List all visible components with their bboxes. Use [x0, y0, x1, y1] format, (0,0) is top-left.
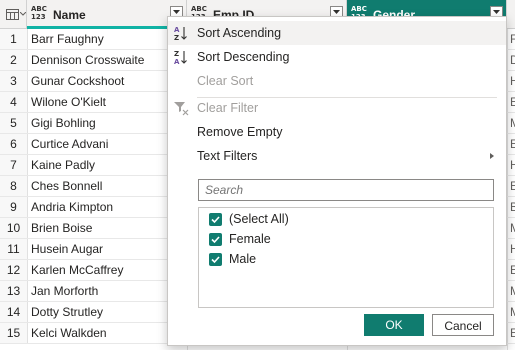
column-title: Name	[53, 8, 86, 22]
row-number: 14	[0, 302, 28, 322]
gender-cell[interactable]: B	[510, 197, 515, 218]
sort-ascending-item[interactable]: A Z Sort Ascending	[168, 21, 506, 45]
chevron-down-icon	[20, 12, 26, 16]
column-filter-menu: A Z Sort Ascending Z A Sort Descending C…	[167, 16, 507, 346]
gender-cell[interactable]: M	[510, 218, 515, 239]
sort-descending-item[interactable]: Z A Sort Descending	[168, 45, 506, 69]
chevron-down-icon	[333, 10, 340, 14]
name-cell[interactable]: Andria Kimpton	[31, 197, 113, 218]
row-number: 2	[0, 50, 28, 70]
svg-text:Z: Z	[174, 34, 179, 41]
name-cell[interactable]: Husein Augar	[31, 239, 103, 260]
name-cell[interactable]: Gigi Bohling	[31, 113, 96, 134]
text-filters-item[interactable]: Text Filters	[168, 144, 506, 168]
gender-cell[interactable]: E	[510, 92, 515, 113]
ok-button[interactable]: OK	[364, 314, 424, 336]
row-number: 6	[0, 134, 28, 154]
checkbox-checked-icon[interactable]	[209, 253, 222, 266]
clear-filter-item: Clear Filter	[168, 96, 506, 120]
name-cell[interactable]: Karlen McCaffrey	[31, 260, 123, 281]
clear-filter-icon	[174, 102, 189, 116]
name-cell[interactable]: Jan Morforth	[31, 281, 98, 302]
gender-cell[interactable]: E	[510, 134, 515, 155]
chevron-down-icon	[493, 10, 500, 14]
checkbox-checked-icon[interactable]	[209, 233, 222, 246]
name-cell[interactable]: Dotty Strutley	[31, 302, 103, 323]
svg-text:A: A	[174, 58, 180, 65]
gender-cell[interactable]: H	[510, 239, 515, 260]
row-number: 4	[0, 92, 28, 112]
gender-cell[interactable]: E	[510, 176, 515, 197]
row-number: 13	[0, 281, 28, 301]
name-cell[interactable]: Barr Faughny	[31, 29, 104, 50]
row-number: 8	[0, 176, 28, 196]
type-any-icon: ABC 123	[31, 5, 47, 21]
menu-item-label: Sort Ascending	[197, 26, 282, 40]
cancel-button[interactable]: Cancel	[432, 314, 494, 336]
table-options-button[interactable]	[0, 0, 27, 28]
menu-item-label: Remove Empty	[197, 125, 283, 139]
gender-cell[interactable]: M	[510, 281, 515, 302]
row-number: 10	[0, 218, 28, 238]
checkbox-label: (Select All)	[229, 212, 289, 226]
column-header-overflow	[507, 0, 515, 28]
search-input[interactable]	[199, 180, 493, 200]
svg-text:A: A	[174, 26, 180, 34]
name-cell[interactable]: Kelci Walkden	[31, 323, 107, 344]
row-number: 3	[0, 71, 28, 91]
remove-empty-item[interactable]: Remove Empty	[168, 120, 506, 144]
gender-cell[interactable]: H	[510, 71, 515, 92]
row-number: 11	[0, 239, 28, 259]
gender-cell[interactable]: D	[510, 50, 515, 71]
gender-cell[interactable]: E	[510, 260, 515, 281]
checkbox-label: Female	[229, 232, 271, 246]
search-field[interactable]	[198, 179, 494, 201]
menu-item-label: Sort Descending	[197, 50, 290, 64]
gender-cell[interactable]: M	[510, 302, 515, 323]
row-number: 1	[0, 29, 28, 49]
gender-cell[interactable]: H	[510, 155, 515, 176]
name-cell[interactable]: Ches Bonnell	[31, 176, 102, 197]
svg-text:Z: Z	[174, 50, 179, 58]
menu-item-label: Clear Filter	[197, 101, 259, 115]
chevron-right-icon	[490, 153, 494, 159]
name-cell[interactable]: Wilone O'Kielt	[31, 92, 106, 113]
menu-item-label: Text Filters	[197, 149, 258, 163]
gender-cell[interactable]: E	[510, 323, 515, 344]
checkbox-checked-icon[interactable]	[209, 213, 222, 226]
name-cell[interactable]: Gunar Cockshoot	[31, 71, 124, 92]
checkbox-label: Male	[229, 252, 257, 266]
name-cell[interactable]: Brien Boise	[31, 218, 92, 239]
sort-ascending-icon: A Z	[174, 26, 187, 41]
row-number: 5	[0, 113, 28, 133]
row-number: 9	[0, 197, 28, 217]
column-header-name[interactable]: ABC 123 Name	[27, 0, 187, 28]
value-list: (Select All) Female Male	[198, 207, 494, 308]
name-cell[interactable]: Kaine Padly	[31, 155, 95, 176]
sort-descending-icon: Z A	[174, 50, 187, 65]
row-number: 7	[0, 155, 28, 175]
gender-cell[interactable]: M	[510, 113, 515, 134]
gender-cell[interactable]: F	[510, 29, 515, 50]
name-cell[interactable]: Curtice Advani	[31, 134, 108, 155]
menu-item-label: Clear Sort	[197, 74, 254, 88]
row-number: 12	[0, 260, 28, 280]
chevron-down-icon	[173, 10, 180, 14]
clear-sort-item: Clear Sort	[168, 69, 506, 93]
row-number: 15	[0, 323, 28, 343]
name-cell[interactable]: Dennison Crosswaite	[31, 50, 144, 71]
table-icon	[6, 9, 19, 20]
